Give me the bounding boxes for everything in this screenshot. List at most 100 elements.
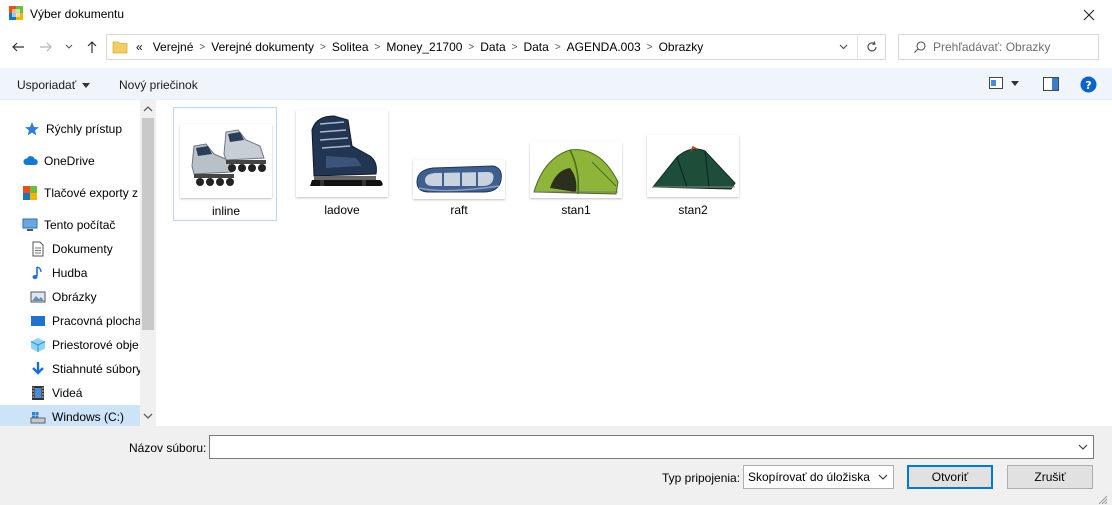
refresh-icon: [867, 41, 877, 52]
ice-skate-image: [296, 110, 388, 197]
sidebar-item-label: Pracovná plocha: [52, 314, 142, 328]
breadcrumb-item[interactable]: Verejné dokumenty: [205, 40, 320, 54]
breadcrumb-item[interactable]: Obrazky: [653, 40, 710, 54]
svg-text:?: ?: [1085, 79, 1091, 92]
view-options-button[interactable]: [989, 77, 1019, 89]
sidebar-item-quick-access[interactable]: Rýchly prístup: [0, 117, 156, 141]
breadcrumb-item[interactable]: Data: [474, 40, 511, 54]
help-icon: ?: [1080, 76, 1097, 93]
arrow-right-icon: [40, 42, 52, 52]
window-title: Výber dokumentu: [30, 7, 125, 21]
caret-down-icon: [82, 82, 91, 88]
file-name: ladove: [324, 203, 360, 217]
sidebar-item-this-pc[interactable]: Tento počítač: [0, 213, 156, 237]
breadcrumb-item[interactable]: AGENDA.003: [561, 40, 647, 54]
search-icon: [914, 41, 926, 53]
file-list: inline ladove raft stan1 stan2: [156, 100, 1112, 426]
sidebar-item-pictures[interactable]: Obrázky: [0, 285, 156, 309]
file-item-inline[interactable]: inline: [173, 107, 277, 221]
up-button[interactable]: [82, 37, 102, 57]
sidebar-item-label: Stiahnuté súbory: [52, 362, 143, 376]
view-icon: [989, 77, 1003, 89]
scroll-down-icon: [143, 413, 153, 419]
close-button[interactable]: [1066, 0, 1112, 30]
back-button[interactable]: [8, 37, 28, 57]
folder-icon: [112, 41, 128, 54]
chevron-down-icon[interactable]: [1078, 444, 1088, 450]
sidebar-item-onedrive[interactable]: OneDrive: [0, 149, 156, 173]
attach-type-value: Skopírovať do úložiska: [748, 470, 870, 484]
sidebar-item-print-exports[interactable]: Tlačové exporty z: [0, 181, 156, 205]
sidebar-item-label: Obrázky: [52, 290, 97, 304]
search-box[interactable]: Prehľadávať: Obrazky: [898, 34, 1099, 60]
sidebar-item-label: OneDrive: [44, 154, 95, 168]
sidebar-scrollbar[interactable]: [140, 100, 156, 426]
breadcrumb-overflow[interactable]: «: [132, 40, 147, 54]
search-placeholder: Prehľadávať: Obrazky: [933, 40, 1051, 54]
caret-down-icon: [1011, 80, 1019, 86]
navigation-pane: Rýchly prístup OneDrive Tlačové exporty …: [0, 100, 156, 426]
attach-type-label: Typ pripojenia:: [662, 471, 741, 485]
sidebar-item-3d-objects[interactable]: Priestorové obje: [0, 333, 156, 357]
sidebar-item-label: Rýchly prístup: [46, 122, 123, 136]
3d-objects-icon: [30, 338, 46, 352]
documents-icon: [32, 241, 44, 257]
app-icon: [8, 5, 24, 21]
resize-grip-icon[interactable]: [1096, 494, 1108, 504]
filename-combobox[interactable]: [209, 435, 1094, 459]
sidebar-item-videos[interactable]: Videá: [0, 381, 156, 405]
sidebar-scrollbar-thumb[interactable]: [142, 118, 154, 330]
preview-pane-button[interactable]: [1043, 77, 1059, 91]
breadcrumb-item[interactable]: Data: [517, 40, 554, 54]
breadcrumb-item[interactable]: Money_21700: [380, 40, 468, 54]
close-icon: [1083, 9, 1095, 21]
file-name: stan2: [678, 203, 708, 217]
folder-icon: [23, 186, 37, 200]
sidebar-item-downloads[interactable]: Stiahnuté súbory: [0, 357, 156, 381]
chevron-down-icon: [878, 474, 888, 480]
breadcrumb-item[interactable]: Solitea: [326, 40, 375, 54]
file-name: stan1: [561, 203, 591, 217]
music-icon: [32, 266, 42, 279]
sidebar-item-label: Windows (C:): [52, 410, 125, 424]
sidebar-item-label: Tento počítač: [44, 218, 116, 232]
file-item-stan2[interactable]: stan2: [641, 107, 745, 221]
sidebar-item-documents[interactable]: Dokumenty: [0, 237, 156, 261]
breadcrumb: « Verejné > Verejné dokumenty > Solitea …: [132, 35, 709, 59]
organize-label: Usporiadať: [17, 78, 77, 92]
chevron-down-icon: [839, 44, 847, 50]
new-folder-button[interactable]: Nový priečinok: [119, 78, 198, 92]
help-button[interactable]: ?: [1080, 76, 1097, 93]
raft-image: [413, 160, 505, 199]
attach-type-select[interactable]: Skopírovať do úložiska: [743, 465, 894, 489]
desktop-icon: [31, 316, 45, 326]
drive-icon: [30, 412, 46, 424]
title-bar: [0, 0, 1112, 30]
sidebar-item-music[interactable]: Hudba: [0, 261, 156, 285]
sidebar-item-label: Videá: [52, 386, 83, 400]
cloud-icon: [23, 156, 38, 165]
sidebar-item-label: Priestorové obje: [52, 338, 139, 352]
filename-label: Názov súboru:: [129, 441, 207, 455]
organize-menu[interactable]: Usporiadať: [17, 78, 91, 92]
file-item-ladove[interactable]: ladove: [290, 107, 394, 221]
breadcrumb-item[interactable]: Verejné: [147, 40, 200, 54]
file-name: inline: [211, 204, 241, 218]
file-item-stan1[interactable]: stan1: [524, 107, 628, 221]
refresh-button[interactable]: [857, 35, 886, 59]
sidebar-item-desktop[interactable]: Pracovná plocha: [0, 309, 156, 333]
arrow-left-icon: [12, 42, 24, 52]
file-item-raft[interactable]: raft: [407, 107, 511, 221]
dark-tent-image: [647, 135, 739, 197]
star-icon: [25, 122, 39, 136]
chevron-down-icon: [65, 44, 73, 49]
cancel-button[interactable]: Zrušiť: [1007, 465, 1093, 489]
sidebar-item-label: Tlačové exporty z: [44, 186, 139, 200]
open-button[interactable]: Otvoriť: [907, 465, 993, 489]
address-dropdown-button[interactable]: [829, 35, 857, 59]
recent-locations-button[interactable]: [61, 37, 77, 57]
computer-icon: [22, 218, 38, 231]
sidebar-item-windows-drive[interactable]: Windows (C:): [0, 405, 156, 426]
address-bar[interactable]: « Verejné > Verejné dokumenty > Solitea …: [106, 34, 886, 60]
forward-button[interactable]: [36, 37, 56, 57]
